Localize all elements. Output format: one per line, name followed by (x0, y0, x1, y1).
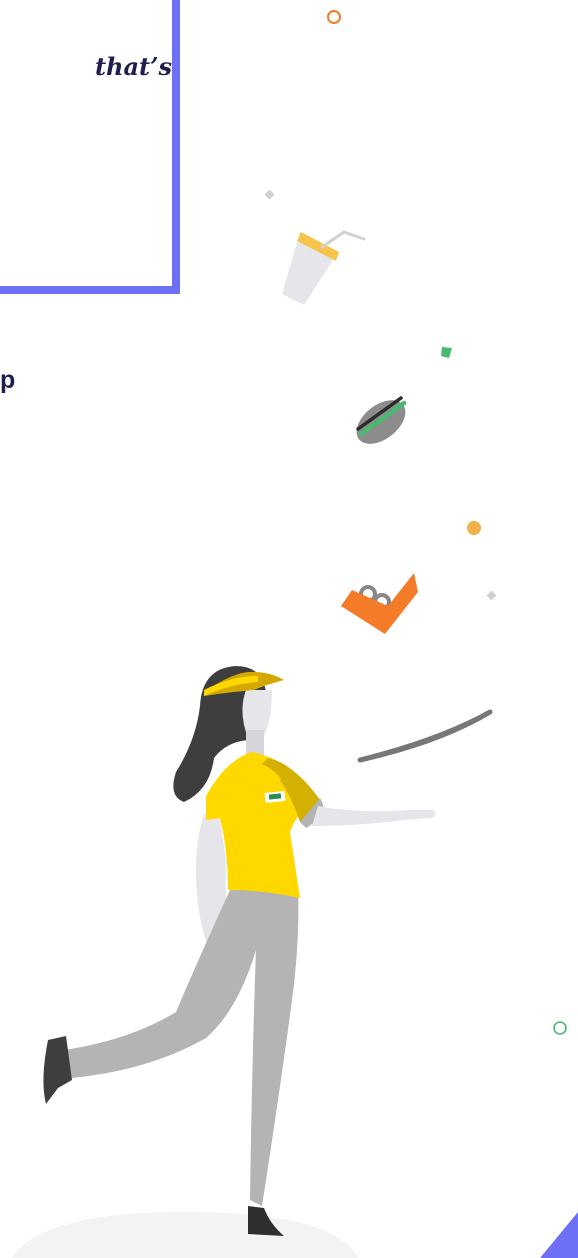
orange-ring-decoration (327, 10, 341, 24)
ground-shadow (12, 1212, 358, 1258)
page: that’s erFi p (0, 0, 578, 1258)
purple-corner-shape (540, 1212, 578, 1258)
juggling-server-illustration (12, 10, 578, 1258)
orange-dot-decoration (467, 521, 481, 535)
gray-sparkle-decoration-2 (486, 590, 497, 601)
green-ring-decoration (553, 1021, 567, 1035)
green-sparkle-decoration (441, 347, 452, 358)
onion-rings-box-icon (341, 573, 418, 634)
serving-tray (357, 709, 493, 763)
drink-cup-icon (282, 230, 366, 305)
burger-icon (356, 396, 407, 444)
gray-sparkle-decoration (264, 189, 275, 200)
server-character (43, 666, 436, 1236)
